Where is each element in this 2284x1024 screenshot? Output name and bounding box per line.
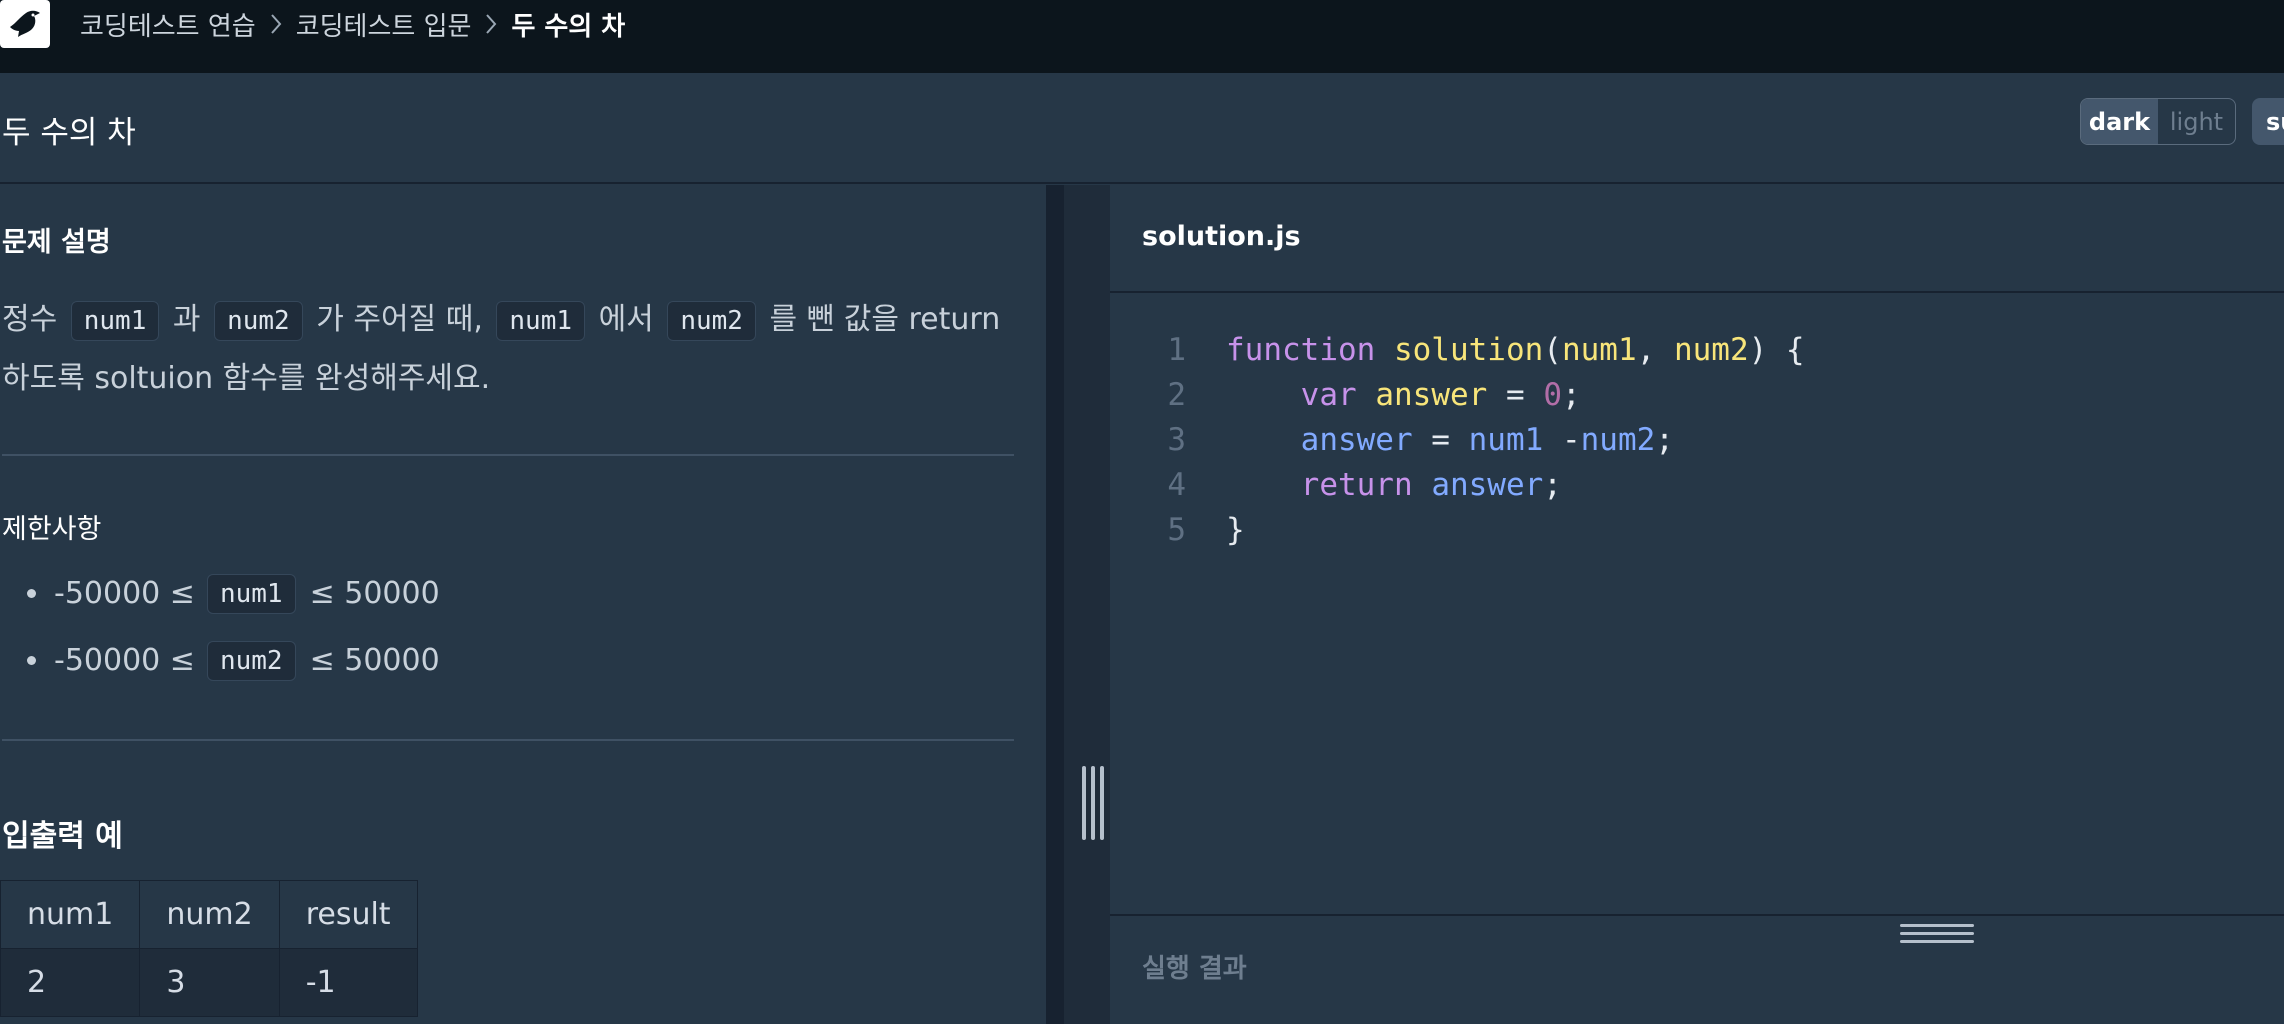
desc-text: 가 주어질 때,: [316, 302, 483, 337]
bullet-icon: [27, 589, 36, 598]
line-content: answer = num1 -num2;: [1300, 421, 1674, 458]
breadcrumb: 코딩테스트 연습 코딩테스트 입문 두 수의 차: [80, 6, 625, 42]
line-number: 3: [1167, 421, 1186, 458]
inline-code: num1: [496, 301, 586, 341]
description-heading: 문제 설명: [2, 227, 111, 258]
table-cell: 3: [139, 948, 280, 1017]
vertical-drag-handle-icon[interactable]: [1082, 766, 1104, 840]
logo-icon[interactable]: [0, 0, 50, 48]
table-header-row: num1 num2 result: [0, 880, 418, 949]
constraint-text: -50000 ≤: [54, 643, 195, 678]
editor-tab-bar: solution.js: [1110, 185, 2284, 293]
horizontal-drag-handle-icon[interactable]: [1900, 924, 1974, 943]
code-line: 3 answer = num1 -num2;: [1110, 417, 1805, 462]
title-bar: 두 수의 차 dark light submit: [0, 73, 2284, 184]
inline-code: num2: [206, 640, 296, 681]
line-content: }: [1226, 511, 1245, 548]
chevron-right-icon: [485, 13, 497, 35]
page-title: 두 수의 차: [2, 115, 136, 151]
code-editor: solution.js 1 function solution(num1, nu…: [1110, 185, 2284, 915]
list-item: -50000 ≤ num2 ≤ 50000: [27, 627, 440, 694]
table-header-cell: num1: [0, 880, 141, 949]
bullet-icon: [27, 656, 36, 665]
code-line: 4 return answer;: [1110, 462, 1805, 507]
list-item: -50000 ≤ num1 ≤ 50000: [27, 560, 440, 627]
problem-panel: 문제 설명 정수 num1 과 num2 가 주어질 때, num1 에서 nu…: [0, 185, 1046, 1024]
constraints-heading: 제한사항: [2, 514, 102, 545]
bird-logo-icon: [10, 10, 40, 37]
breadcrumb-item-intro[interactable]: 코딩테스트 입문: [296, 6, 472, 43]
code-line: 2 var answer = 0;: [1110, 372, 1805, 417]
breadcrumb-item-current: 두 수의 차: [511, 11, 626, 42]
code-area[interactable]: 1 function solution(num1, num2) { 2 var …: [1110, 327, 1805, 552]
line-number: 1: [1167, 331, 1186, 368]
result-heading: 실행 결과: [1142, 954, 1247, 984]
code-line: 5 }: [1110, 507, 1805, 552]
problem-description: 정수 num1 과 num2 가 주어질 때, num1 에서 num2 를 뺀…: [2, 291, 1022, 407]
theme-toggle: dark light: [2080, 98, 2236, 145]
line-number: 4: [1167, 466, 1186, 503]
inline-code: num1: [206, 573, 296, 614]
table-cell: 2: [0, 948, 141, 1017]
constraint-text: ≤ 50000: [309, 576, 440, 611]
desc-text: 에서: [598, 302, 654, 337]
file-tab-solution[interactable]: solution.js: [1142, 221, 1301, 252]
scrollbar-track[interactable]: [1046, 185, 1064, 1024]
theme-light-button[interactable]: light: [2158, 99, 2235, 144]
table-cell: -1: [278, 948, 418, 1017]
examples-heading: 입출력 예: [2, 819, 123, 854]
line-content: var answer = 0;: [1300, 376, 1581, 413]
inline-code: num2: [214, 301, 303, 341]
theme-dark-button[interactable]: dark: [2081, 99, 2158, 144]
divider: [2, 739, 1014, 741]
top-nav: 코딩테스트 연습 코딩테스트 입문 두 수의 차: [0, 0, 2284, 73]
divider: [2, 454, 1014, 456]
desc-text: 과: [172, 302, 201, 337]
table-header-cell: num2: [139, 880, 280, 949]
breadcrumb-item-practice[interactable]: 코딩테스트 연습: [80, 6, 256, 43]
constraint-text: ≤ 50000: [309, 643, 440, 678]
line-content: function solution(num1, num2) {: [1226, 331, 1805, 368]
line-content: return answer;: [1300, 466, 1562, 503]
table-row: 2 3 -1: [0, 948, 418, 1017]
table-header-cell: result: [278, 880, 418, 949]
desc-text: 정수: [2, 302, 58, 337]
inline-code: num1: [70, 301, 160, 341]
constraints-list: -50000 ≤ num1 ≤ 50000 -50000 ≤ num2 ≤ 50…: [27, 560, 440, 694]
constraint-text: -50000 ≤: [54, 576, 195, 611]
chevron-right-icon: [270, 13, 282, 35]
submit-button[interactable]: submit: [2252, 98, 2284, 145]
code-line: 1 function solution(num1, num2) {: [1110, 327, 1805, 372]
result-panel: 실행 결과: [1110, 914, 2284, 1024]
line-number: 5: [1167, 511, 1186, 548]
line-number: 2: [1167, 376, 1186, 413]
io-example-table: num1 num2 result 2 3 -1: [0, 880, 418, 1017]
inline-code: num2: [667, 301, 756, 341]
